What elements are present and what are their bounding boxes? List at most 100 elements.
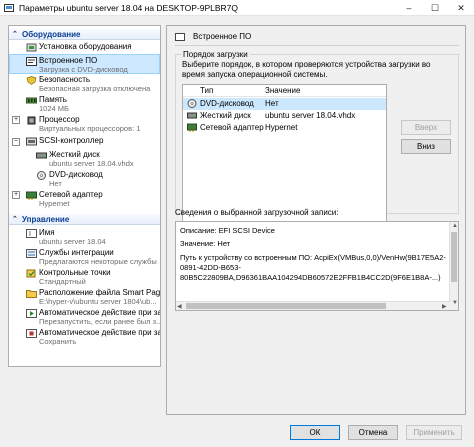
- sidebar-item-sub: Предлагаются некоторые службы: [39, 257, 157, 266]
- sidebar-item-sub: Hypernet: [39, 199, 70, 208]
- move-up-button[interactable]: Вверх: [401, 120, 451, 135]
- expand-icon[interactable]: +: [12, 191, 20, 199]
- panel-title: Встроенное ПО: [193, 32, 252, 41]
- maximize-button[interactable]: ☐: [422, 0, 448, 16]
- hard-disk-icon: [36, 152, 47, 159]
- controller-icon: [26, 137, 37, 146]
- details-description: Описание: EFI SCSI Device: [180, 226, 275, 235]
- details-scrollbar-vertical[interactable]: ▲ ▼: [449, 222, 458, 310]
- sidebar-item-add-hardware[interactable]: Установка оборудования: [9, 42, 160, 53]
- boot-row-hard-disk[interactable]: Жесткий диск ubuntu server 18.04.vhdx: [183, 110, 386, 122]
- checkpoint-icon: [26, 269, 36, 278]
- network-adapter-icon: [26, 191, 37, 200]
- close-button[interactable]: ✕: [448, 0, 474, 16]
- sidebar-item-sub: ubuntu server 18.04.vhdx: [49, 159, 134, 168]
- details-path: Путь к устройству со встроенным ПО: Acpi…: [180, 253, 446, 262]
- sidebar-item-sub: E:\hyper-v\ubuntu server 1804\ub...: [39, 297, 157, 306]
- boot-row-type: DVD-дисковод: [200, 99, 254, 108]
- sidebar-item-sub: Виртуальных процессоров: 1: [39, 124, 141, 133]
- collapse-icon[interactable]: −: [12, 138, 20, 146]
- sidebar-item-integration-services[interactable]: Службы интеграции Предлагаются некоторые…: [9, 247, 160, 267]
- boot-order-description: Выберите порядок, в котором проверяются …: [182, 60, 431, 79]
- scroll-right-icon[interactable]: ▶: [442, 303, 447, 310]
- sidebar-item-sub: Безопасная загрузка отключена: [39, 84, 151, 93]
- sidebar-item-label: Контрольные точки: [39, 268, 111, 277]
- boot-row-value: Hypernet: [265, 123, 298, 132]
- sidebar-item-firmware[interactable]: Встроенное ПО Загрузка с DVD-дисковод: [9, 54, 160, 74]
- sidebar-item-network-adapter[interactable]: + Сетевой адаптер Hypernet: [9, 189, 160, 209]
- section-management[interactable]: ⌃ Управление: [9, 214, 160, 225]
- sidebar-item-label: SCSI-контроллер: [39, 136, 104, 145]
- minimize-button[interactable]: –: [396, 0, 422, 16]
- scroll-left-icon[interactable]: ◀: [177, 303, 182, 310]
- chevron-up-icon[interactable]: ⌃: [12, 214, 18, 225]
- sidebar-item-sub: Перезапустить, если ранее был з...: [39, 317, 161, 326]
- sidebar-item-sub: Стандартный: [39, 277, 86, 286]
- sidebar-item-sub: ubuntu server 18.04: [39, 237, 106, 246]
- details-path-line3: 80B5C22809BA,D96361BAA104294DB60572E2FFB…: [180, 273, 441, 282]
- sidebar-item-memory[interactable]: Память 1024 МБ: [9, 94, 160, 114]
- firmware-icon: [26, 57, 37, 66]
- shield-icon: [26, 76, 37, 85]
- boot-row-network-adapter[interactable]: Сетевой адаптер Hypernet: [183, 122, 386, 134]
- name-icon: I: [26, 229, 37, 238]
- scroll-thumb[interactable]: [451, 232, 457, 282]
- sidebar-item-processor[interactable]: + Процессор Виртуальных процессоров: 1: [9, 114, 160, 134]
- move-down-button[interactable]: Вниз: [401, 139, 451, 154]
- column-value[interactable]: Значение: [265, 86, 300, 95]
- sidebar-item-label: Автоматическое действие при за...: [39, 328, 161, 337]
- details-scrollbar-horizontal[interactable]: ◀ ▶: [176, 301, 451, 310]
- sidebar-item-label: Автоматическое действие при за...: [39, 308, 161, 317]
- boot-order-list[interactable]: Тип Значение DVD-дисковод Нет Жесткий ди…: [182, 84, 387, 224]
- column-type[interactable]: Тип: [200, 86, 213, 95]
- section-hardware[interactable]: ⌃ Оборудование: [9, 29, 160, 40]
- expand-icon[interactable]: +: [12, 116, 20, 124]
- sidebar-item-sub: 1024 МБ: [39, 104, 69, 113]
- sidebar-item-label: Расположение файла Smart Paging: [39, 288, 161, 297]
- chevron-up-icon[interactable]: ⌃: [12, 29, 18, 40]
- details-title: Сведения о выбранной загрузочной записи:: [175, 208, 339, 217]
- sidebar-item-label: Сетевой адаптер: [39, 190, 103, 199]
- sidebar-item-auto-start-action[interactable]: Автоматическое действие при за... Переза…: [9, 307, 160, 327]
- sidebar-item-scsi-controller[interactable]: − SCSI-контроллер: [9, 136, 160, 147]
- scroll-up-icon[interactable]: ▲: [452, 223, 458, 229]
- sidebar-item-hard-disk[interactable]: Жесткий диск ubuntu server 18.04.vhdx: [9, 149, 160, 169]
- divider: [175, 45, 459, 46]
- sidebar-item-label: DVD-дисковод: [49, 170, 103, 179]
- sidebar-item-security[interactable]: Безопасность Безопасная загрузка отключе…: [9, 74, 160, 94]
- apply-button[interactable]: Применить: [406, 425, 462, 440]
- sidebar-item-checkpoints[interactable]: Контрольные точки Стандартный: [9, 267, 160, 287]
- details-value: Значение: Нет: [180, 239, 231, 248]
- section-management-label: Управление: [22, 215, 70, 224]
- sidebar-item-name[interactable]: I Имя ubuntu server 18.04: [9, 227, 160, 247]
- sidebar-item-label: Жесткий диск: [49, 150, 100, 159]
- boot-row-dvd[interactable]: DVD-дисковод Нет: [183, 98, 386, 110]
- boot-row-value: Нет: [265, 99, 279, 108]
- add-hardware-icon: [26, 43, 37, 52]
- cancel-button[interactable]: Отмена: [348, 425, 398, 440]
- integration-services-icon: [26, 249, 37, 258]
- svg-text:I: I: [29, 231, 31, 238]
- boot-row-value: ubuntu server 18.04.vhdx: [265, 111, 356, 120]
- sidebar-item-label: Память: [39, 95, 67, 104]
- sidebar-item-label: Встроенное ПО: [39, 56, 98, 65]
- sidebar-item-dvd-drive[interactable]: DVD-дисковод Нет: [9, 169, 160, 189]
- firmware-panel: Встроенное ПО Порядок загрузки Выберите …: [166, 25, 466, 415]
- firmware-icon: [175, 33, 185, 41]
- sidebar-item-sub: Загрузка с DVD-дисковод: [39, 65, 128, 74]
- folder-icon: [26, 290, 37, 298]
- sidebar-item-auto-stop-action[interactable]: Автоматическое действие при за... Сохран…: [9, 327, 160, 347]
- ok-button[interactable]: ОК: [290, 425, 340, 440]
- sidebar-item-smart-paging[interactable]: Расположение файла Smart Paging E:\hyper…: [9, 287, 160, 307]
- network-adapter-icon: [187, 123, 197, 132]
- sidebar-item-label: Имя: [39, 228, 55, 237]
- settings-tree[interactable]: ⌃ Оборудование Установка оборудования Вс…: [8, 25, 161, 367]
- sidebar-item-sub: Сохранить: [39, 337, 77, 346]
- settings-app-icon: [4, 4, 14, 12]
- scroll-down-icon[interactable]: ▼: [452, 300, 458, 306]
- scroll-thumb[interactable]: [186, 303, 386, 309]
- auto-start-icon: [26, 309, 37, 318]
- details-path-line2: 0891-42DD-B653-: [180, 263, 241, 272]
- processor-icon: [27, 116, 36, 125]
- boot-entry-details[interactable]: Описание: EFI SCSI Device Значение: Нет …: [175, 221, 459, 311]
